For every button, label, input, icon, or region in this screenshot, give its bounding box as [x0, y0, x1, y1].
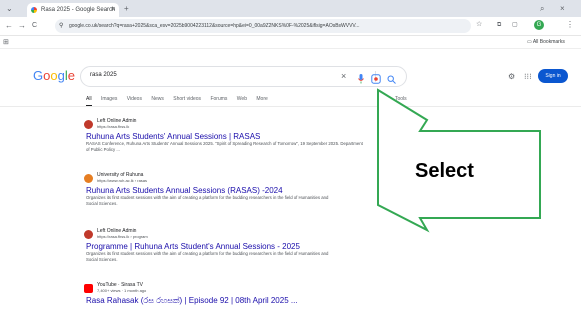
annotation-arrow [377, 88, 541, 233]
annotation-label: Select [415, 160, 474, 182]
